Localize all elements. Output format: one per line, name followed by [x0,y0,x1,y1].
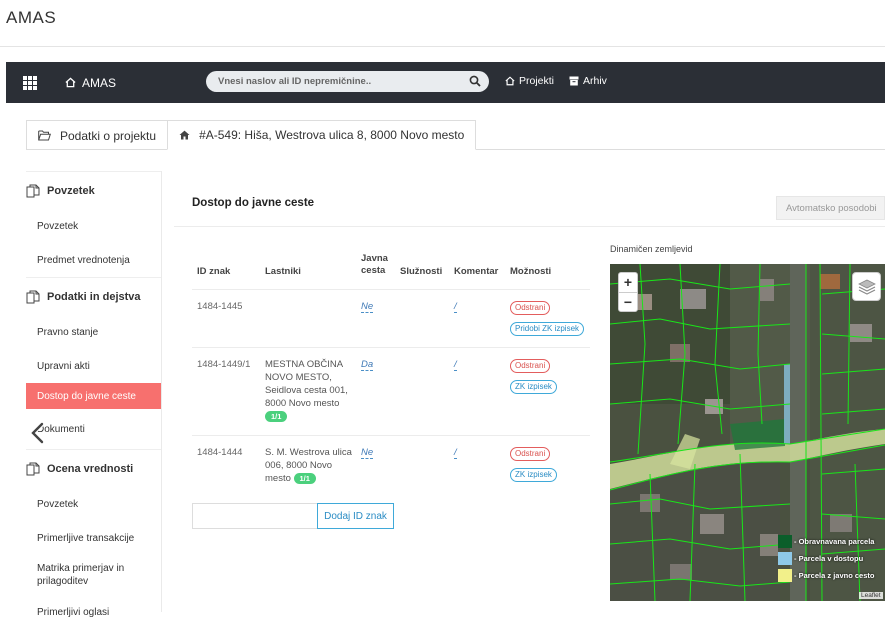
divider [192,289,590,290]
cell-id: 1484-1445 [197,301,243,312]
column-header-actions: Možnosti [510,266,552,277]
legend-item: - Obravnavana parcela [778,533,885,550]
legend-swatch [778,535,792,548]
owners-text: MESTNA OBČINA NOVO MESTO, Seidlova cesta… [265,359,348,409]
sidebar-section-povzetek[interactable]: Povzetek [26,171,161,209]
remove-button[interactable]: Odstrani [510,447,551,461]
legend-swatch [778,569,792,582]
top-navbar: AMAS Projekti Arhiv [6,62,885,103]
tab-label: #A-549: Hiša, Westrova ulica 8, 8000 Nov… [199,128,465,142]
search-bar[interactable] [206,71,489,92]
sidebar-item-dostop-do-javne-ceste[interactable]: Dostop do javne ceste [26,383,161,409]
sidebar: Povzetek Povzetek Predmet vrednotenja Po… [26,171,162,618]
nav-link-projekti[interactable]: Projekti [505,75,554,87]
column-header-easements: Služnosti [400,266,443,277]
cell-id: 1484-1444 [197,447,243,458]
public-road-toggle[interactable]: Ne [361,447,374,459]
legend-item: - Parcela v dostopu [778,550,885,567]
home-icon [179,130,190,140]
map-attribution-link[interactable]: Leaflet [859,592,883,599]
divider [0,46,885,47]
owner-share-badge: 1/1 [265,410,288,422]
public-road-toggle[interactable]: Ne [361,301,374,313]
tab-bar: Podatki o projektu #A-549: Hiša, Westrov… [26,120,477,150]
remove-button[interactable]: Odstrani [510,359,551,373]
sidebar-section-title: Povzetek [47,184,95,197]
comment-edit[interactable]: / [454,301,457,313]
sidebar-section-title: Ocena vrednosti [47,462,134,475]
nav-link-arhiv[interactable]: Arhiv [569,75,607,87]
column-header-comment: Komentar [454,266,499,277]
tab-project-data[interactable]: Podatki o projektu [26,120,168,150]
page-title: AMAS [6,8,57,27]
tab-property[interactable]: #A-549: Hiša, Westrova ulica 8, 8000 Nov… [167,120,477,150]
get-land-registry-button[interactable]: Pridobi ZK izpisek [510,322,585,336]
chevron-left-icon[interactable] [27,421,49,445]
folder-open-icon [38,130,51,141]
cell-id: 1484-1449/1 [197,359,251,370]
comment-edit[interactable]: / [454,447,457,459]
column-header-id: ID znak [197,266,231,277]
sidebar-section-ocena[interactable]: Ocena vrednosti [26,449,161,487]
sidebar-item-povzetek[interactable]: Povzetek [26,209,161,243]
brand-label: AMAS [82,75,117,90]
sidebar-section-title: Podatki in dejstva [47,290,141,303]
auto-update-button[interactable]: Avtomatsko posodobi [776,196,885,220]
remove-button[interactable]: Odstrani [510,301,551,315]
nav-link-label: Arhiv [583,75,607,87]
parcel-id-input[interactable] [192,503,318,529]
zoom-out-button[interactable]: − [619,292,637,311]
owner-share-badge: 1/1 [293,472,316,484]
layers-icon[interactable] [852,272,881,301]
home-icon [505,76,515,86]
sidebar-item-primerljivi-oglasi[interactable]: Primerljivi oglasi [26,595,161,629]
divider [192,347,590,348]
brand-link[interactable]: AMAS [65,76,116,90]
legend-swatch [778,552,792,565]
legend-label: - Parcela z javno cesto [794,571,875,580]
land-registry-button[interactable]: ZK izpisek [510,468,557,482]
comment-edit[interactable]: / [454,359,457,371]
sidebar-item-pravno-stanje[interactable]: Pravno stanje [26,315,161,349]
document-icon [26,290,40,303]
archive-icon [569,76,579,86]
add-id-button[interactable]: Dodaj ID znak [317,503,394,529]
legend-label: - Parcela v dostopu [794,554,864,563]
nav-link-label: Projekti [519,75,555,87]
apps-grid-icon[interactable] [23,75,37,90]
zoom-in-button[interactable]: + [619,273,637,292]
search-input[interactable] [206,76,456,87]
tab-label: Podatki o projektu [60,128,157,143]
section-title: Dostop do javne ceste [192,197,315,209]
column-header-public-road: Javna cesta [361,253,388,276]
zoom-control: + − [618,272,638,312]
legend-label: - Obravnavana parcela [794,537,875,546]
sidebar-item-primerljive-transakcije[interactable]: Primerljive transakcije [26,521,161,555]
sidebar-item-upravni-akti[interactable]: Upravni akti [26,349,161,383]
land-registry-button[interactable]: ZK izpisek [510,380,557,394]
document-icon [26,184,40,197]
legend-item: - Parcela z javno cesto [778,567,885,584]
cell-owners: S. M. Westrova ulica 006, 8000 Novo mest… [265,446,359,485]
cell-owners: MESTNA OBČINA NOVO MESTO, Seidlova cesta… [265,358,355,423]
sidebar-item-matrika[interactable]: Matrika primerjav in prilagoditev [26,555,161,595]
column-header-owners: Lastniki [265,266,301,277]
map-label: Dinamičen zemljevid [610,244,693,254]
sidebar-item-povzetek-ocena[interactable]: Povzetek [26,487,161,521]
document-icon [26,462,40,475]
sidebar-item-predmet-vrednotenja[interactable]: Predmet vrednotenja [26,243,161,277]
search-icon[interactable] [469,75,481,87]
divider [192,435,590,436]
divider [174,226,885,227]
public-road-toggle[interactable]: Da [361,359,374,371]
home-icon [65,77,76,88]
map-legend: - Obravnavana parcela - Parcela v dostop… [778,533,885,584]
sidebar-section-podatki[interactable]: Podatki in dejstva [26,277,161,315]
